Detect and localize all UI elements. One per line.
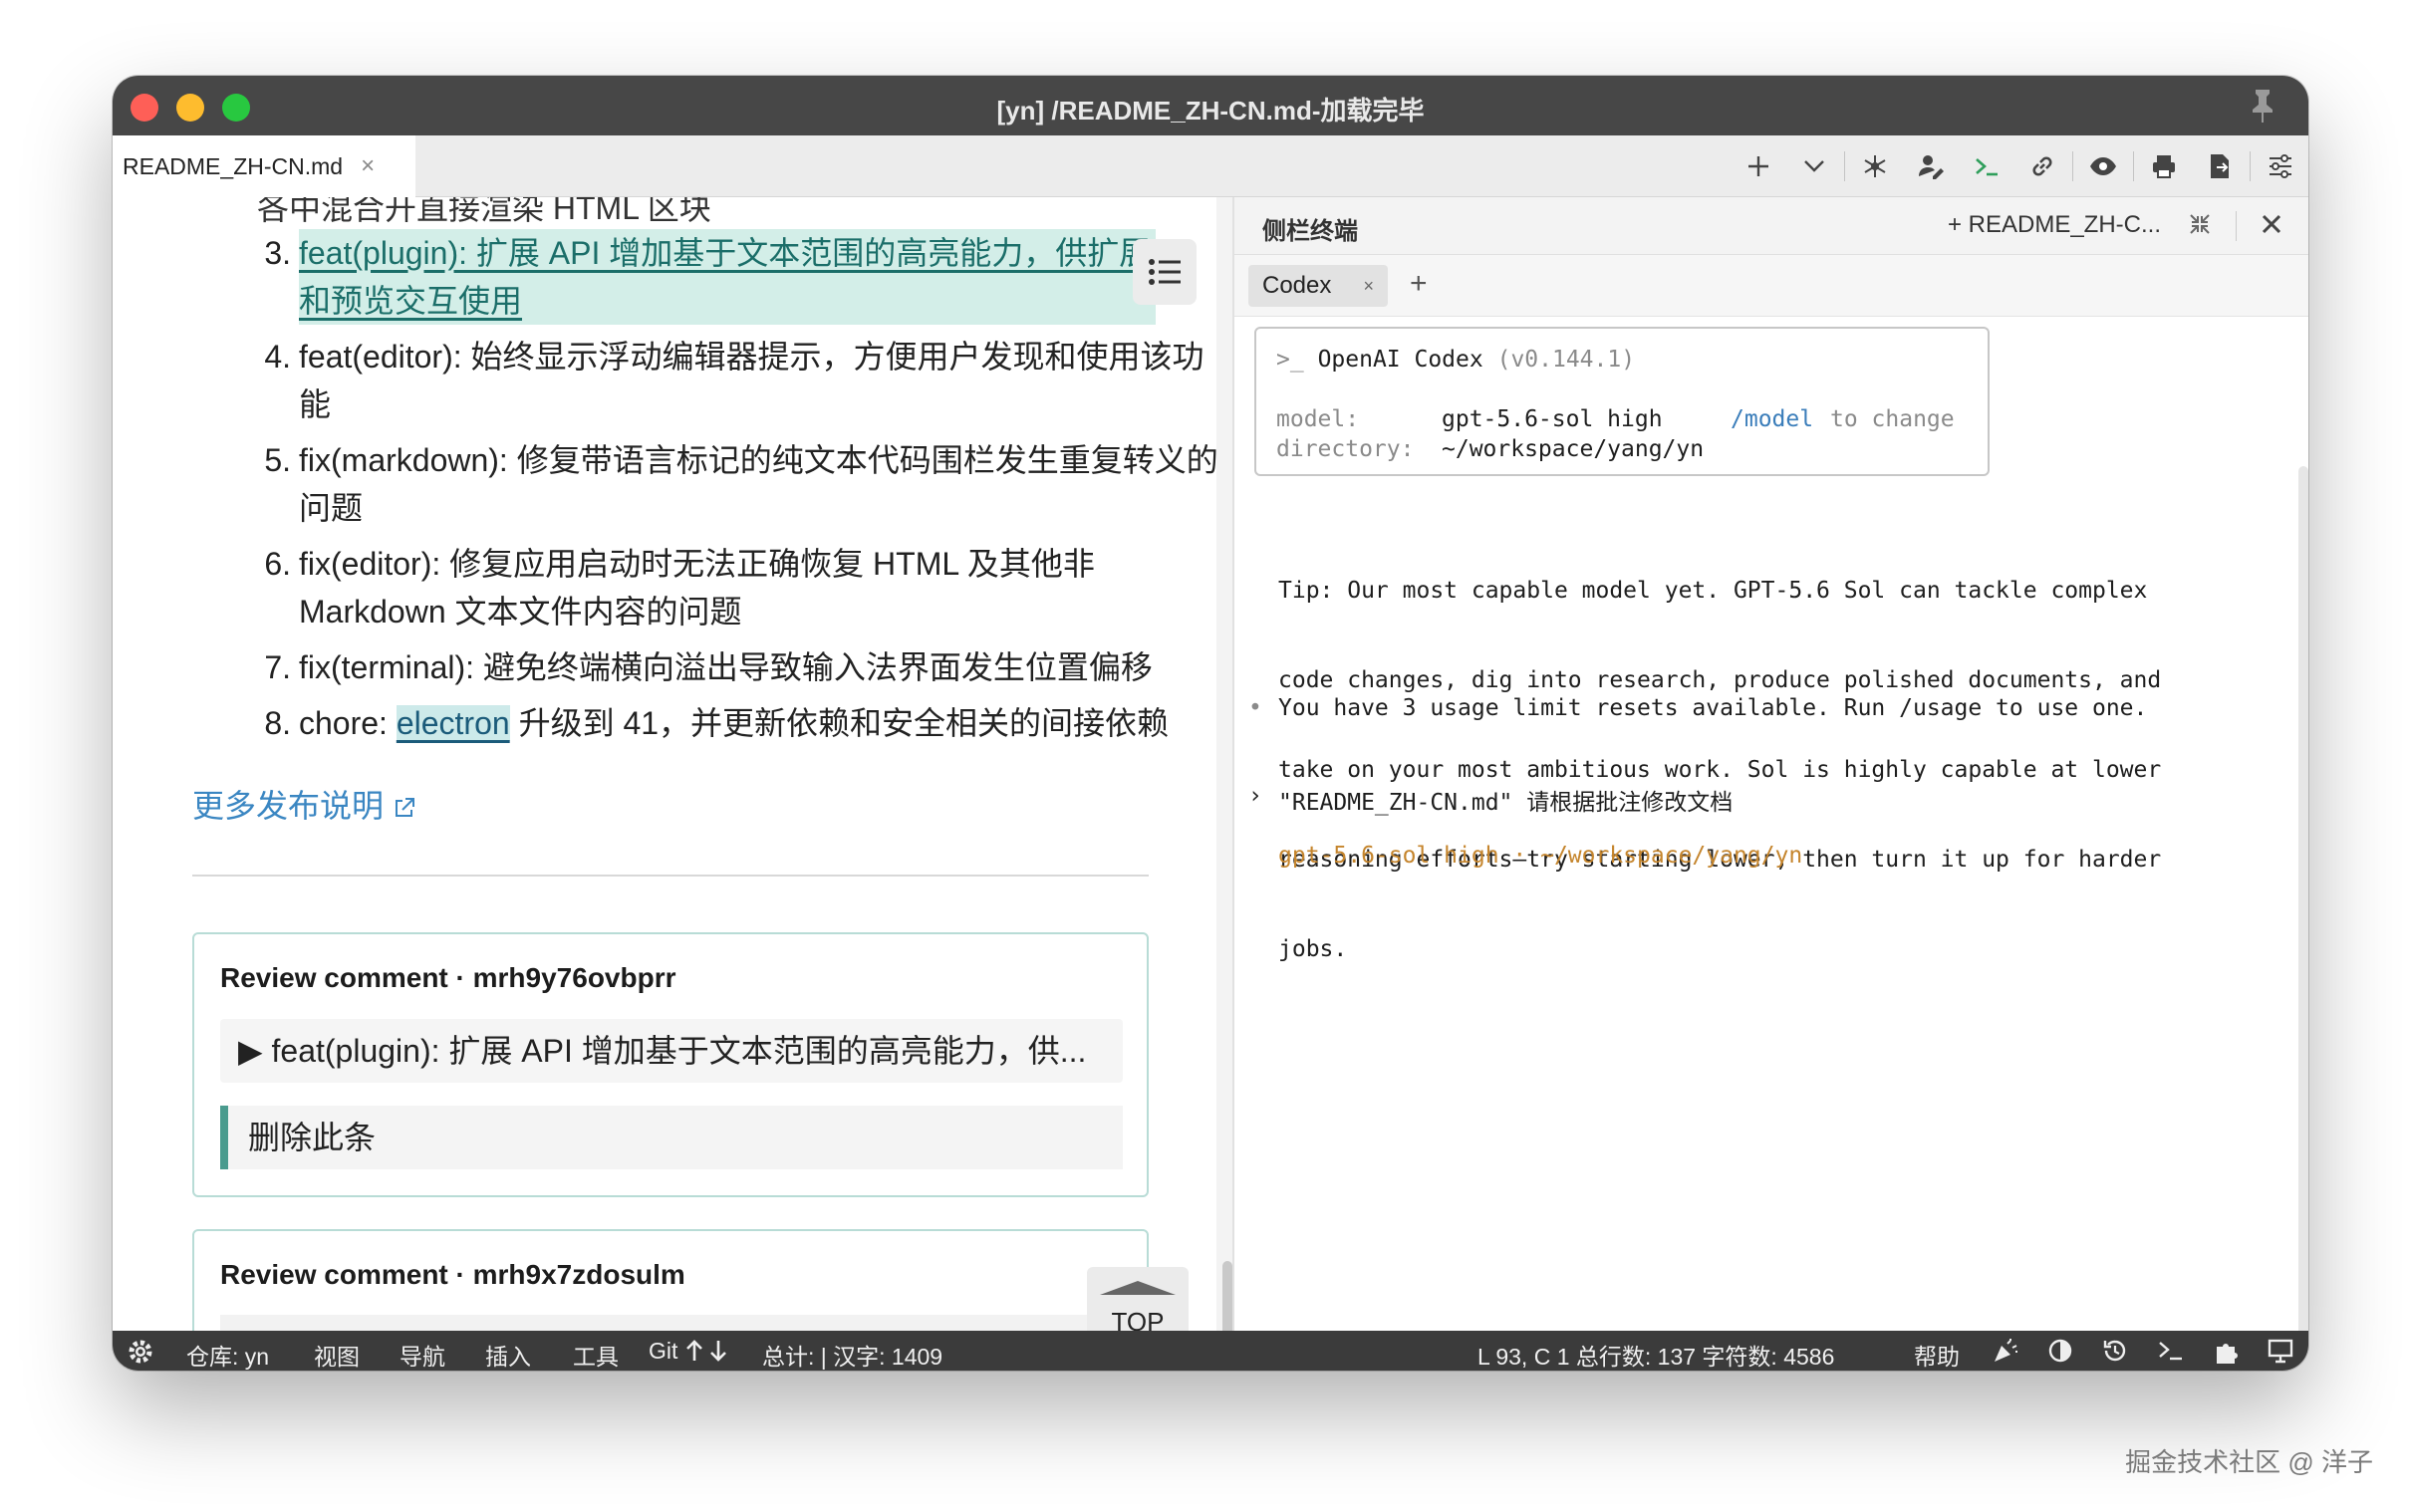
new-terminal-button[interactable]: + README_ZH-C... bbox=[1948, 211, 2161, 239]
mindmap-icon[interactable] bbox=[1847, 135, 1903, 197]
review-note: 删除此条 bbox=[220, 1106, 1123, 1169]
repo-menu[interactable]: 仓库: yn bbox=[186, 1338, 269, 1371]
panel-title: 侧栏终端 bbox=[1262, 218, 1358, 245]
toolbar-divider bbox=[2072, 151, 2073, 181]
user-edit-icon[interactable] bbox=[1903, 135, 1959, 197]
list-item: 8. chore: electron 升级到 41，并更新依赖和安全相关的间接依赖 bbox=[264, 705, 1170, 741]
nav-menu[interactable]: 导航 bbox=[400, 1338, 445, 1371]
horizontal-rule bbox=[192, 875, 1149, 877]
side-terminal-panel: 侧栏终端 + README_ZH-C... Codex × + >_ OpenA… bbox=[1234, 197, 2308, 1371]
usage-line: You have 3 usage limit resets available.… bbox=[1278, 695, 2148, 721]
tip-text: Tip: Our most capable model yet. GPT-5.6… bbox=[1278, 578, 2162, 962]
review-comment-title: Review comment · mrh9x7zdosulm bbox=[220, 1259, 685, 1290]
list-item: 3. feat(plugin): 扩展 API 增加基于文本范围的高亮能力，供扩展… bbox=[217, 229, 1232, 325]
tab-codex[interactable]: Codex × bbox=[1248, 265, 1388, 307]
view-menu[interactable]: 视图 bbox=[314, 1338, 360, 1371]
app-window: [yn] /README_ZH-CN.md-加载完毕 README_ZH-CN.… bbox=[113, 76, 2308, 1371]
terminal-icon[interactable] bbox=[2157, 1338, 2185, 1370]
insert-menu[interactable]: 插入 bbox=[485, 1338, 531, 1371]
git-menu[interactable]: Git bbox=[649, 1338, 732, 1365]
tab-bar: README_ZH-CN.md × bbox=[113, 135, 2308, 197]
close-panel-icon[interactable] bbox=[2259, 211, 2284, 242]
outline-toc-button[interactable] bbox=[1133, 239, 1197, 305]
editor-scroll-thumb[interactable] bbox=[1222, 1261, 1232, 1331]
new-file-icon[interactable] bbox=[1731, 135, 1786, 197]
release-notes-list: 3. feat(plugin): 扩展 API 增加基于文本范围的高亮能力，供扩展… bbox=[217, 229, 1232, 755]
editor-scrollbar[interactable] bbox=[1216, 197, 1232, 1331]
history-icon[interactable] bbox=[2101, 1338, 2129, 1370]
markdown-preview[interactable]: 各中混合开直接渲染 HTML 区块 3. feat(plugin): 扩展 API… bbox=[113, 197, 1232, 1331]
word-count: 总计: | 汉字: 1409 bbox=[762, 1344, 943, 1370]
theme-contrast-icon[interactable] bbox=[2047, 1338, 2073, 1370]
close-tab-icon[interactable]: × bbox=[361, 152, 375, 180]
review-comment-card: Review comment · mrh9x7zdosulm bbox=[192, 1229, 1149, 1331]
extension-puzzle-icon[interactable] bbox=[2213, 1338, 2241, 1371]
terminal-tabs: Codex × + bbox=[1234, 255, 2308, 317]
print-icon[interactable] bbox=[2136, 135, 2192, 197]
panel-header: 侧栏终端 + README_ZH-C... bbox=[1234, 197, 2308, 255]
window-title: [yn] /README_ZH-CN.md-加载完毕 bbox=[996, 96, 1425, 126]
toolbar-divider bbox=[2250, 151, 2251, 181]
chevron-down-icon[interactable] bbox=[1786, 135, 1842, 197]
list-item: 4. feat(editor): 始终显示浮动编辑器提示，方便用户发现和使用该功能 bbox=[264, 339, 1204, 422]
list-item: 5. fix(markdown): 修复带语言标记的纯文本代码围栏发生重复转义的问… bbox=[264, 442, 1218, 526]
tab-label: README_ZH-CN.md bbox=[123, 152, 344, 179]
add-terminal-tab-button[interactable]: + bbox=[1410, 267, 1428, 301]
arrow-up-icon bbox=[1100, 1281, 1176, 1295]
list-item: 6. fix(editor): 修复应用启动时无法正确恢复 HTML 及其他非 M… bbox=[264, 546, 1095, 630]
electron-link[interactable]: electron bbox=[396, 705, 510, 741]
presentation-icon[interactable] bbox=[2267, 1338, 2294, 1370]
toolbar-divider bbox=[2133, 151, 2134, 181]
push-pull-icon bbox=[685, 1340, 726, 1362]
toolbar-divider bbox=[1844, 151, 1845, 181]
back-to-top-button[interactable]: TOP bbox=[1087, 1267, 1189, 1331]
review-comment-title: Review comment · mrh9y76ovbprr bbox=[220, 962, 676, 993]
toolbar bbox=[1731, 135, 2308, 197]
close-tab-icon[interactable]: × bbox=[1363, 265, 1374, 307]
export-file-icon[interactable] bbox=[2192, 135, 2248, 197]
review-quote-toggle[interactable] bbox=[220, 1315, 1123, 1331]
review-comment-card: Review comment · mrh9y76ovbprr ▶ feat(pl… bbox=[192, 932, 1149, 1197]
codex-status-line: gpt-5.6-sol high · ~/workspace/yang/yn bbox=[1278, 843, 1803, 869]
list-icon bbox=[1149, 259, 1181, 285]
settings-sliders-icon[interactable] bbox=[2253, 135, 2308, 197]
status-bar: 仓库: yn 视图 导航 插入 工具 Git 总计: | 汉字: 1409 L … bbox=[113, 1331, 2308, 1371]
watermark: 掘金技术社区 @ 洋子 bbox=[2125, 1447, 2373, 1477]
party-icon[interactable] bbox=[1992, 1338, 2019, 1370]
tab-readme[interactable]: README_ZH-CN.md × bbox=[113, 135, 415, 197]
title-bar: [yn] /README_ZH-CN.md-加载完毕 bbox=[113, 76, 2308, 135]
terminal-input-line[interactable]: "README_ZH-CN.md" 请根据批注修改文档 bbox=[1278, 783, 1733, 817]
help-menu[interactable]: 帮助 bbox=[1914, 1338, 1960, 1371]
terminal-output[interactable]: >_ OpenAI Codex (v0.144.1) model: gpt-5.… bbox=[1234, 317, 2308, 1371]
preview-eye-icon[interactable] bbox=[2075, 135, 2131, 197]
gear-icon[interactable] bbox=[127, 1338, 154, 1371]
review-quote-toggle[interactable]: ▶ feat(plugin): 扩展 API 增加基于文本范围的高亮能力，供..… bbox=[220, 1019, 1123, 1083]
terminal-scrollbar[interactable] bbox=[2298, 466, 2308, 1371]
header-divider bbox=[2236, 211, 2237, 241]
codex-header-box: >_ OpenAI Codex (v0.144.1) model: gpt-5.… bbox=[1254, 327, 1990, 476]
tools-menu[interactable]: 工具 bbox=[573, 1338, 619, 1371]
cursor-position: L 93, C 1 总行数: 137 字符数: 4586 bbox=[1477, 1344, 1835, 1370]
highlighted-text[interactable]: feat(plugin): 扩展 API 增加基于文本范围的高亮能力，供扩展和预… bbox=[299, 229, 1156, 325]
list-item: 7. fix(terminal): 避免终端横向溢出导致输入法界面发生位置偏移 bbox=[264, 649, 1153, 685]
clipped-line: 各中混合开直接渲染 HTML 区块 bbox=[257, 197, 711, 226]
terminal-icon[interactable] bbox=[1959, 135, 2014, 197]
link-icon[interactable] bbox=[2014, 135, 2070, 197]
pin-icon[interactable] bbox=[2247, 88, 2278, 128]
external-link-icon bbox=[395, 798, 414, 817]
more-release-notes-link[interactable]: 更多发布说明 bbox=[192, 781, 416, 827]
collapse-icon[interactable] bbox=[2187, 211, 2213, 242]
